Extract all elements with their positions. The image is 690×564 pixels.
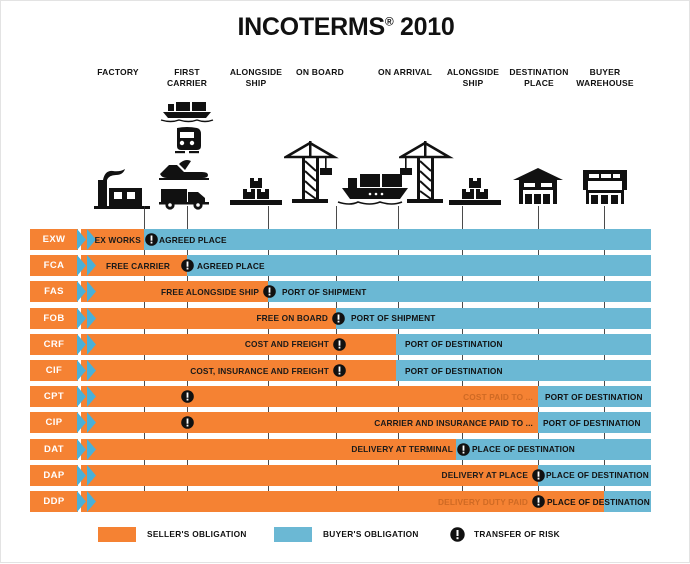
buyer-label: AGREED PLACE (197, 260, 265, 271)
seller-label: FREE ALONGSIDE SHIP (161, 286, 259, 297)
seller-band-tip (396, 334, 405, 355)
seller-band-tip (396, 360, 405, 381)
incoterm-code-crf[interactable]: CRF (30, 333, 78, 355)
incoterm-row-dap[interactable]: DAP DELIVERY AT PLACE PLACE OF DESTINATION (1, 464, 690, 486)
legend-item-risk: TRANSFER OF RISK (450, 525, 560, 543)
transfer-of-risk-marker (263, 285, 276, 299)
incoterm-row-exw[interactable]: EXW EX WORKS AGREED PLACE (1, 229, 690, 250)
buyer-label: AGREED PLACE (159, 234, 227, 245)
transfer-of-risk-marker (332, 311, 345, 325)
transfer-of-risk-marker (333, 337, 346, 351)
buyer-label: PORT OF DESTINATION (405, 339, 503, 350)
incoterm-row-crf[interactable]: CRF COST AND FREIGHT PORT OF DESTINATION (1, 333, 690, 355)
incoterm-code-fob[interactable]: FOB (30, 307, 78, 329)
buyer-label: PORT OF DESTINATION (545, 391, 643, 402)
seller-label: DELIVERY DUTY PAID (438, 496, 528, 507)
incoterm-row-cpt[interactable]: CPT COST PAID TO ... PORT OF DESTINATION (1, 386, 690, 408)
seller-label: CARRIER AND INSURANCE PAID TO ... (374, 417, 533, 428)
buyer-label: PLACE OF DESTINATION (472, 444, 575, 455)
legend: SELLER'S OBLIGATION BUYER'S OBLIGATION T… (1, 525, 690, 549)
exclamation-circle-icon (450, 526, 465, 542)
seller-label: DELIVERY AT TERMINAL (351, 444, 453, 455)
incoterm-code-fca[interactable]: FCA (30, 255, 78, 277)
transfer-of-risk-marker (457, 442, 470, 456)
incoterm-row-fca[interactable]: FCA FREE CARRIER AGREED PLACE (1, 255, 690, 277)
incoterm-row-cip[interactable]: CIP CARRIER AND INSURANCE PAID TO ... PORT… (1, 412, 690, 434)
incoterm-code-cpt[interactable]: CPT (30, 386, 78, 408)
incoterm-code-ddp[interactable]: DDP (30, 491, 78, 512)
incoterm-code-dap[interactable]: DAP (30, 464, 78, 486)
incoterm-code-fas[interactable]: FAS (30, 281, 78, 303)
buyer-label: PLACE OF DESTINATION (547, 496, 650, 507)
incoterm-row-ddp[interactable]: DDP DELIVERY DUTY PAID PLACE OF DESTINATIO… (1, 491, 690, 512)
legend-item-buyer: BUYER'S OBLIGATION (274, 525, 419, 543)
transfer-of-risk-marker (532, 468, 545, 482)
incoterms-chart: EXW EX WORKS AGREED PLACE FCA FREE CARRIER AG… (1, 1, 690, 564)
incoterm-row-dat[interactable]: DAT DELIVERY AT TERMINAL PLACE OF DESTINAT… (1, 438, 690, 460)
incoterm-row-cif[interactable]: CIF COST, INSURANCE AND FREIGHT PORT OF DE… (1, 360, 690, 381)
seller-label: DELIVERY AT PLACE (441, 470, 528, 481)
incoterm-code-exw[interactable]: EXW (30, 229, 78, 250)
transfer-of-risk-marker (532, 495, 545, 508)
incoterm-row-fob[interactable]: FOB FREE ON BOARD PORT OF SHIPMENT (1, 307, 690, 329)
buyer-label: PLACE OF DESTINATION (546, 470, 649, 481)
legend-label-seller: SELLER'S OBLIGATION (147, 529, 247, 539)
incoterm-code-cif[interactable]: CIF (30, 360, 78, 381)
seller-label: FREE ON BOARD (256, 313, 328, 324)
buyer-label: PORT OF SHIPMENT (351, 313, 436, 324)
seller-label: FREE CARRIER (105, 260, 171, 271)
seller-label: COST, INSURANCE AND FREIGHT (190, 365, 329, 376)
transfer-of-risk-marker (181, 416, 194, 430)
seller-swatch (98, 526, 136, 542)
incoterm-code-cip[interactable]: CIP (30, 412, 78, 434)
incoterm-code-dat[interactable]: DAT (30, 438, 78, 460)
buyer-swatch (274, 526, 312, 542)
infographic-frame: INCOTERMS® 2010 FACTORY FIRST CARRIER ALONG… (0, 0, 690, 563)
seller-label: COST AND FREIGHT (244, 339, 329, 350)
seller-label: COST PAID TO ... (463, 391, 533, 402)
legend-item-seller: SELLER'S OBLIGATION (98, 525, 247, 543)
legend-label-buyer: BUYER'S OBLIGATION (323, 529, 419, 539)
buyer-label: PORT OF SHIPMENT (282, 286, 367, 297)
transfer-of-risk-marker (333, 364, 346, 377)
legend-label-risk: TRANSFER OF RISK (474, 529, 560, 539)
transfer-of-risk-marker (145, 233, 158, 246)
transfer-of-risk-marker (181, 390, 194, 403)
seller-label: EX WORKS (94, 234, 141, 245)
incoterm-row-fas[interactable]: FAS FREE ALONGSIDE SHIP PORT OF SHIPMENT (1, 281, 690, 303)
transfer-of-risk-marker (181, 259, 194, 272)
buyer-label: PORT OF DESTINATION (543, 417, 641, 428)
buyer-label: PORT OF DESTINATION (405, 365, 503, 376)
